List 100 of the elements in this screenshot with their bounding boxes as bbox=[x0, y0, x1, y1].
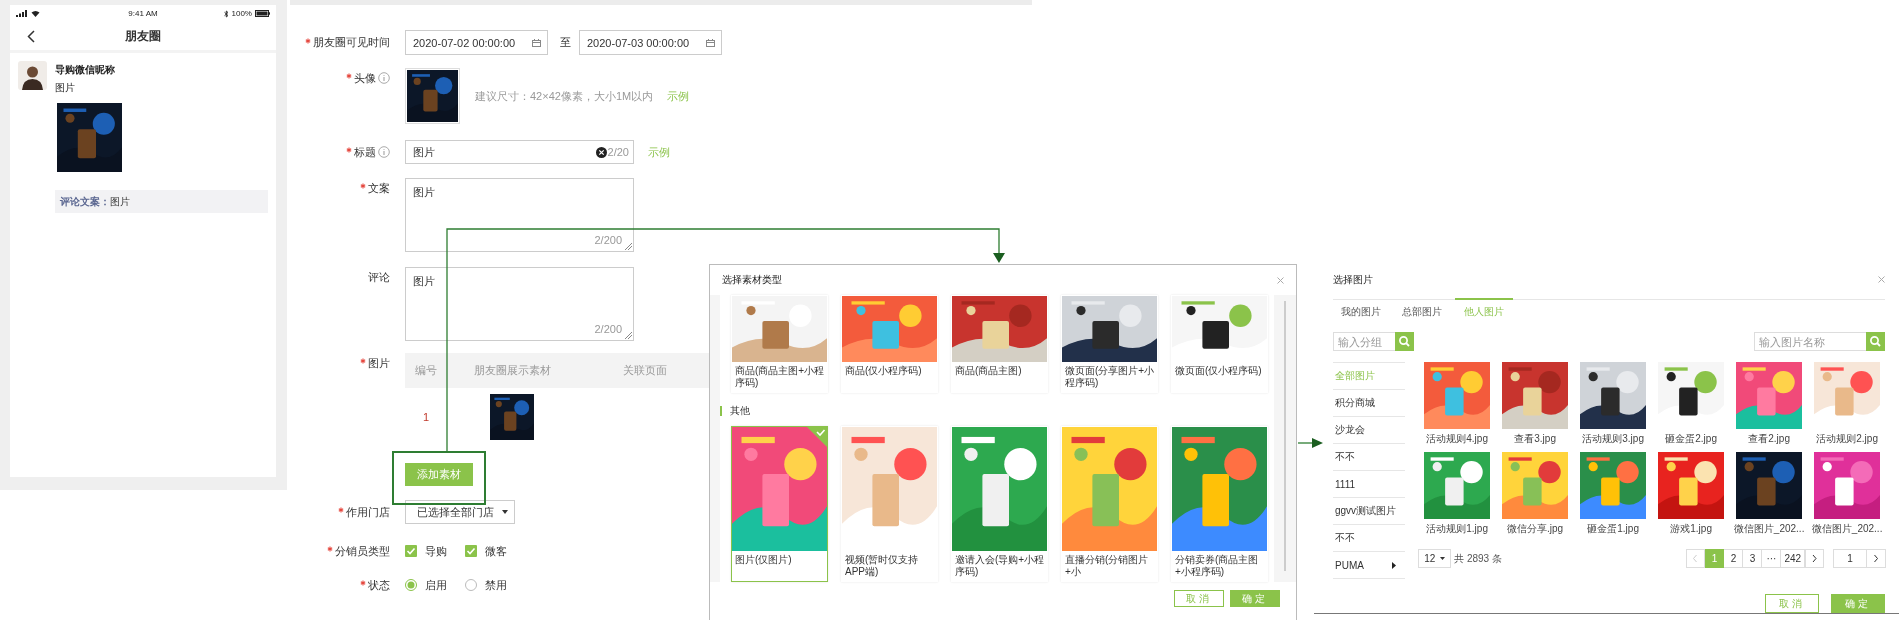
card-label: 微页面(分享图片+小程序码) bbox=[1064, 364, 1156, 390]
search-field[interactable]: 输入分组 bbox=[1333, 332, 1395, 351]
author-name: 导购微信昵称 bbox=[55, 63, 116, 77]
size-hint: 建议尺寸：42×42像素，大小1M以内 bbox=[475, 88, 654, 104]
material-card[interactable]: 图片(仅图片) bbox=[731, 426, 828, 582]
field-label: 文案 bbox=[368, 180, 390, 196]
group-item[interactable]: 积分商城 bbox=[1333, 390, 1406, 417]
page-button[interactable]: 2 bbox=[1724, 549, 1744, 568]
search-button[interactable] bbox=[1395, 332, 1414, 351]
material-card[interactable]: 直播分销(分销图片+小 bbox=[1061, 426, 1158, 582]
back-icon[interactable] bbox=[27, 30, 35, 43]
material-card[interactable]: 商品(商品主图) bbox=[951, 295, 1048, 393]
material-card[interactable]: 微页面(仅小程序码) bbox=[1171, 295, 1268, 393]
title-input[interactable]: 图片 2/20 bbox=[405, 140, 634, 164]
page-button[interactable]: ··· bbox=[1762, 549, 1782, 568]
date-field[interactable]: 2020-07-03 00:00:00 bbox=[579, 30, 722, 55]
battery-percent: 100% bbox=[231, 9, 252, 18]
caret-icon bbox=[1440, 557, 1446, 560]
calendar-icon bbox=[532, 38, 541, 47]
group-item[interactable]: PUMA bbox=[1333, 552, 1406, 579]
clear-icon[interactable] bbox=[595, 146, 607, 158]
resize-handle-icon bbox=[624, 331, 632, 339]
copy-textarea[interactable]: 图片 2/200 bbox=[405, 178, 634, 252]
connector-arrow bbox=[1297, 438, 1323, 448]
option-label: 导购 bbox=[425, 543, 447, 559]
checkbox[interactable] bbox=[405, 545, 417, 557]
table-cell-text: 1 bbox=[421, 411, 431, 423]
check-corner-icon bbox=[807, 427, 827, 447]
material-card[interactable]: 商品(仅小程序码) bbox=[841, 295, 938, 393]
card-label: 图片(仅图片) bbox=[734, 553, 793, 567]
image-name: 查看2.jpg bbox=[1748, 432, 1790, 446]
material-card[interactable]: 微页面(分享图片+小程序码) bbox=[1061, 295, 1158, 393]
radio-button[interactable] bbox=[405, 579, 417, 591]
image-name: 活动规则2.jpg bbox=[1816, 432, 1878, 446]
card-label: 商品(商品主图) bbox=[954, 364, 1023, 378]
group-item[interactable]: 沙龙会 bbox=[1333, 417, 1406, 444]
page-size-select[interactable]: 12 bbox=[1418, 549, 1452, 568]
card-label: 微页面(仅小程序码) bbox=[1174, 364, 1263, 378]
comment-text: 图片 bbox=[110, 194, 130, 209]
section-heading: 其他 bbox=[730, 403, 750, 418]
field-label: 朋友圈可见时间 bbox=[313, 35, 390, 50]
dialog-title: 选择图片 bbox=[1333, 272, 1373, 287]
column-header: 关联页面 bbox=[621, 363, 668, 378]
next-page-button[interactable] bbox=[1805, 549, 1825, 568]
field-label: 图片 bbox=[368, 355, 390, 371]
comment-textarea[interactable]: 图片 2/200 bbox=[405, 267, 634, 341]
comment-label: 评论文案： bbox=[60, 194, 110, 209]
card-label: 邀请入会(导购+小程序码) bbox=[954, 553, 1046, 579]
option-label: 启用 bbox=[425, 577, 447, 593]
option-label: 微客 bbox=[485, 543, 507, 559]
card-label: 分销卖券(商品主图+小程序码) bbox=[1174, 553, 1260, 579]
group-item[interactable]: ggvv测试图片 bbox=[1333, 498, 1406, 525]
field-label: 头像 bbox=[354, 70, 376, 86]
store-select[interactable]: 已选择全部门店 bbox=[405, 500, 515, 524]
group-item[interactable]: 不不 bbox=[1333, 444, 1406, 471]
material-card[interactable]: 商品(商品主图+小程序码) bbox=[731, 295, 828, 393]
range-separator: 至 bbox=[560, 35, 571, 50]
field-label: 评论 bbox=[368, 269, 390, 285]
resize-handle-icon bbox=[624, 242, 632, 250]
radio-button[interactable] bbox=[465, 579, 477, 591]
char-counter: 2/200 bbox=[594, 323, 622, 335]
material-card[interactable]: 分销卖券(商品主图+小程序码) bbox=[1171, 426, 1268, 582]
group-item[interactable]: 不不 bbox=[1333, 525, 1406, 552]
tab[interactable]: 我的图片 bbox=[1333, 298, 1388, 324]
image-name: 微信图片_202... bbox=[1811, 522, 1883, 536]
image-name: 微信分享.jpg bbox=[1507, 522, 1564, 536]
char-counter: 2/200 bbox=[594, 234, 622, 246]
wifi-icon bbox=[31, 10, 40, 17]
close-icon[interactable] bbox=[1277, 276, 1284, 284]
close-icon[interactable] bbox=[1878, 276, 1885, 283]
checkbox[interactable] bbox=[465, 545, 477, 557]
clock-time: 9:41 AM bbox=[128, 9, 158, 18]
caret-icon bbox=[502, 510, 508, 514]
material-card[interactable]: 邀请入会(导购+小程序码) bbox=[951, 426, 1048, 582]
field-label: 分销员类型 bbox=[335, 543, 390, 559]
signal-icon bbox=[16, 10, 28, 17]
group-item[interactable]: 1111 bbox=[1333, 471, 1406, 498]
dialog-title: 选择素材类型 bbox=[722, 273, 782, 287]
search-button[interactable] bbox=[1866, 332, 1885, 351]
field-label: 作用门店 bbox=[346, 504, 390, 520]
go-page-button[interactable] bbox=[1866, 549, 1887, 568]
post-text: 图片 bbox=[55, 81, 76, 95]
column-header: 编号 bbox=[414, 363, 438, 378]
screen-title: 朋友圈 bbox=[125, 27, 161, 45]
avatar-upload[interactable] bbox=[405, 68, 460, 124]
image-name: 活动规则1.jpg bbox=[1426, 522, 1488, 536]
image-name: 活动规则4.jpg bbox=[1426, 432, 1488, 446]
page-button[interactable]: 3 bbox=[1743, 549, 1763, 568]
tab[interactable]: 总部图片 bbox=[1394, 298, 1449, 324]
date-field[interactable]: 2020-07-02 00:00:00 bbox=[405, 30, 548, 55]
material-card[interactable]: 视频(暂时仅支持APP端) bbox=[841, 426, 938, 582]
image-name: 查看3.jpg bbox=[1514, 432, 1556, 446]
image-name: 游戏1.jpg bbox=[1670, 522, 1712, 536]
card-label: 商品(商品主图+小程序码) bbox=[734, 364, 826, 390]
battery-icon bbox=[255, 10, 270, 17]
char-counter: 2/20 bbox=[607, 146, 629, 158]
calendar-icon bbox=[706, 38, 715, 47]
previous-page-button[interactable] bbox=[1686, 549, 1706, 568]
search-field[interactable]: 输入图片名称 bbox=[1754, 332, 1866, 351]
image-name: 微信图片_202... bbox=[1733, 522, 1805, 536]
